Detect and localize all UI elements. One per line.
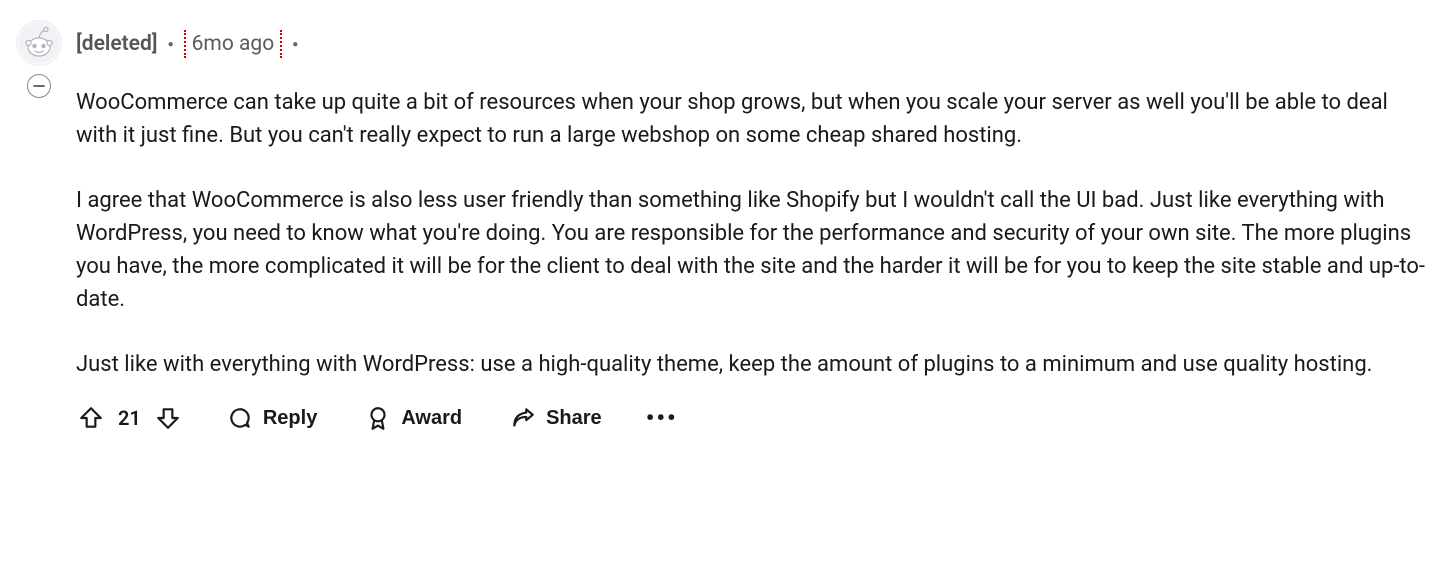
comment-timestamp[interactable]: 6mo ago bbox=[184, 30, 283, 58]
share-button[interactable]: Share bbox=[506, 401, 606, 435]
award-button[interactable]: Award bbox=[361, 401, 466, 435]
vote-group: 21 bbox=[76, 403, 183, 433]
separator-dot: ● bbox=[292, 39, 298, 50]
comment-body: WooCommerce can take up quite a bit of r… bbox=[76, 86, 1430, 381]
snoo-avatar-icon bbox=[19, 23, 59, 63]
separator-dot: ● bbox=[168, 39, 174, 50]
downvote-icon bbox=[155, 405, 181, 431]
comment-paragraph: I agree that WooCommerce is also less us… bbox=[76, 184, 1430, 316]
comment-icon bbox=[227, 405, 253, 431]
more-options-button[interactable]: ••• bbox=[646, 404, 678, 432]
share-icon bbox=[510, 405, 536, 431]
vote-score: 21 bbox=[118, 406, 141, 430]
comment-content: [deleted] ● 6mo ago ● WooCommerce can ta… bbox=[76, 20, 1430, 435]
upvote-button[interactable] bbox=[76, 403, 106, 433]
reply-label: Reply bbox=[263, 407, 317, 430]
comment-actions: 21 Reply Award bbox=[76, 401, 1430, 435]
comment-author[interactable]: [deleted] bbox=[76, 32, 158, 56]
comment-paragraph: Just like with everything with WordPress… bbox=[76, 348, 1430, 381]
comment-paragraph: WooCommerce can take up quite a bit of r… bbox=[76, 86, 1430, 152]
award-icon bbox=[365, 405, 391, 431]
comment: [deleted] ● 6mo ago ● WooCommerce can ta… bbox=[16, 20, 1430, 435]
upvote-icon bbox=[78, 405, 104, 431]
ellipsis-icon: ••• bbox=[646, 404, 678, 432]
collapse-button[interactable] bbox=[27, 74, 51, 98]
thread-line bbox=[16, 66, 62, 98]
reply-button[interactable]: Reply bbox=[223, 401, 321, 435]
award-label: Award bbox=[401, 407, 462, 430]
minus-icon bbox=[32, 79, 46, 93]
comment-left-column bbox=[16, 20, 62, 98]
comment-header: [deleted] ● 6mo ago ● bbox=[76, 30, 1430, 58]
downvote-button[interactable] bbox=[153, 403, 183, 433]
avatar[interactable] bbox=[16, 20, 62, 66]
share-label: Share bbox=[546, 407, 602, 430]
